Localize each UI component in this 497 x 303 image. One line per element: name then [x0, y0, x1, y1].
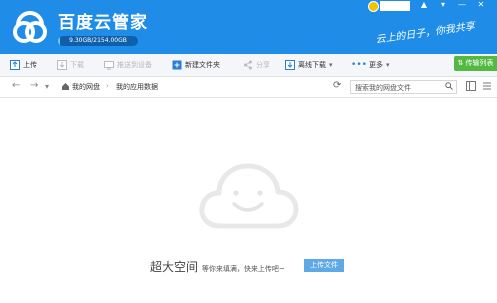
empty-cloud-icon [199, 163, 299, 229]
breadcrumb-item[interactable]: 我的应用数据 [116, 82, 158, 92]
transfer-icon: ⇅ [457, 59, 464, 67]
push-to-device-button[interactable]: 推送到设备 [104, 58, 152, 72]
new-folder-button[interactable]: 新建文件夹 [172, 58, 220, 72]
chevron-down-icon: ▾ [386, 61, 390, 69]
upload-label: 上传 [23, 61, 37, 69]
skin-icon[interactable]: ▲ [418, 0, 430, 10]
offline-download-button[interactable]: 离线下载 ▾ [285, 58, 333, 72]
new-folder-label: 新建文件夹 [185, 61, 220, 69]
list-view-icon[interactable] [466, 81, 476, 91]
download-icon [57, 60, 67, 70]
baidu-cloud-logo-icon [13, 11, 47, 43]
share-label: 分享 [256, 61, 270, 69]
storage-quota-bar: 9.30GB/2154.00GB [58, 36, 138, 46]
upload-icon [10, 60, 20, 70]
upload-button[interactable]: 上传 [10, 58, 37, 72]
close-icon[interactable]: ✕ [475, 0, 487, 10]
chevron-down-icon: ▾ [329, 61, 333, 69]
push-label: 推送到设备 [117, 61, 152, 69]
minimize-icon[interactable]: — [456, 0, 468, 10]
avatar[interactable] [368, 1, 379, 12]
username-field[interactable] [380, 1, 410, 11]
transfer-list-button[interactable]: ⇅ 传输列表 [454, 56, 497, 71]
search-input[interactable]: 搜索我的网盘文件 [350, 80, 457, 94]
empty-state-subtitle: 等你来填满，快来上传吧~ [201, 265, 285, 273]
storage-quota-text: 9.30GB/2154.00GB [69, 37, 127, 44]
more-label: 更多 [369, 61, 383, 69]
back-arrow-icon[interactable]: ← [12, 80, 20, 91]
toolbar: 上传 下载 推送到设备 新建文件夹 分享 离线下载 ▾ ••• 更多 ▾ [0, 54, 497, 77]
share-icon [243, 60, 253, 70]
download-label: 下载 [70, 61, 84, 69]
more-button[interactable]: ••• 更多 ▾ [351, 58, 390, 72]
history-dropdown-icon[interactable]: ▾ [45, 82, 49, 91]
slogan: 云上的日子，你我共享 [374, 21, 476, 46]
share-button[interactable]: 分享 [243, 58, 270, 72]
offline-download-label: 离线下载 [298, 61, 326, 69]
upload-file-button[interactable]: 上传文件 [304, 259, 344, 272]
device-icon [104, 60, 114, 70]
refresh-icon[interactable]: ⟳ [333, 80, 341, 91]
menu-icon[interactable]: ▾ [437, 0, 449, 10]
navigation-bar: ← → ▾ 我的网盘 › 我的应用数据 ⟳ 搜索我的网盘文件 [0, 77, 497, 98]
offline-download-icon [285, 60, 295, 70]
empty-state-title: 超大空间 [150, 260, 199, 274]
forward-arrow-icon[interactable]: → [30, 80, 38, 91]
grid-view-icon[interactable] [482, 81, 492, 91]
breadcrumb-separator: › [106, 82, 109, 90]
title-bar: 百度云管家 9.30GB/2154.00GB ▲ ▾ — ✕ 云上的日子，你我共… [0, 0, 497, 54]
download-button[interactable]: 下载 [57, 58, 84, 72]
transfer-list-label: 传输列表 [465, 59, 494, 67]
search-icon[interactable] [445, 82, 453, 90]
app-title: 百度云管家 [58, 13, 148, 33]
empty-state-message: 超大空间 等你来填满，快来上传吧~ [150, 258, 285, 275]
home-icon[interactable] [61, 82, 70, 91]
breadcrumb-item[interactable]: 我的网盘 [72, 82, 100, 92]
new-folder-icon [172, 60, 182, 70]
more-dots-icon: ••• [351, 60, 367, 70]
